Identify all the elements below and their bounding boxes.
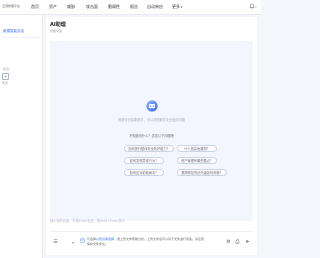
chat-area: 我是安全智能助手，可以帮您解答安全相关问题 不知道问什么？试试以下问题吧 如何提… bbox=[50, 41, 253, 221]
add-icon[interactable]: + bbox=[2, 73, 9, 80]
input-toolbar: ☰ ▾ 可选择从知识库选择，或上传文件帮助分析，上传文件后可以基于文件进行问答。… bbox=[50, 235, 253, 251]
main-panel: AI助理 智能问答 我是安全智能助手，可以帮您解答安全相关问题 不知道问什么？试… bbox=[46, 17, 257, 255]
question-input[interactable]: 输入你的问题，可按Enter发送，按Shift+Enter换行 bbox=[50, 218, 125, 223]
chevron-down-icon[interactable]: ▾ bbox=[72, 240, 74, 245]
suggestion-chip[interactable]: 如何发现异常行为？ bbox=[124, 157, 164, 164]
send-icon[interactable]: ➤ bbox=[244, 239, 251, 246]
suggestion-chip[interactable]: 资产管理有哪些要点？ bbox=[177, 157, 217, 164]
nav-item-vulnerabilities[interactable]: 脆弱性 bbox=[108, 4, 120, 10]
nav-item-attack-surface[interactable]: 攻击面 bbox=[86, 4, 98, 10]
knowledge-base-link[interactable]: 从知识库选择 bbox=[96, 237, 114, 241]
page-title: AI助理 bbox=[50, 22, 66, 28]
chevron-down-icon: ▾ bbox=[181, 5, 183, 9]
nav-item-home[interactable]: 首页 bbox=[31, 4, 39, 10]
nav-item-threats[interactable]: 威胁 bbox=[67, 4, 75, 10]
document-note-icon bbox=[80, 238, 85, 243]
suggestion-hint: 不知道问什么？试试以下问题吧 bbox=[129, 134, 174, 138]
document-icon[interactable]: ☰ bbox=[52, 239, 59, 246]
suggestion-chip[interactable]: 如何提升整体安全防护能力？ bbox=[124, 145, 174, 152]
settings-icon[interactable]: ⚙ bbox=[225, 239, 232, 246]
greeting-text: 我是安全智能助手，可以帮您解答安全相关问题 bbox=[118, 118, 185, 122]
nav-item-auto-response[interactable]: 自动响应 bbox=[147, 4, 163, 10]
nav-item-more[interactable]: 更多▾ bbox=[172, 4, 183, 10]
top-navigation-bar: 云顶智能平台 首页 资产 威胁 攻击面 脆弱性 报告 自动响应 更多▾ • bbox=[0, 0, 261, 15]
new-chat-link[interactable]: 新建智能会话 bbox=[3, 29, 24, 34]
sidebar-divider bbox=[3, 37, 39, 38]
sidebar-section-label: 最近 bbox=[3, 67, 10, 71]
page-subtitle: 智能问答 bbox=[50, 29, 63, 33]
sidebar: 新建智能会话 最近 + 暂无 bbox=[0, 15, 43, 258]
nav-item-assets[interactable]: 资产 bbox=[49, 4, 57, 10]
logo-text[interactable]: 云顶智能平台 bbox=[2, 4, 20, 8]
attach-icon[interactable]: ⎙ bbox=[234, 239, 241, 246]
input-divider bbox=[50, 231, 253, 232]
sidebar-empty-label: 暂无 bbox=[2, 81, 9, 85]
user-menu-icon[interactable]: • bbox=[255, 5, 257, 9]
suggestion-chip[interactable]: 如何应对勒索病毒？ bbox=[124, 169, 164, 176]
upload-note: 可选择从知识库选择，或上传文件帮助分析，上传文件后可以基于文件进行问答。请注意保… bbox=[87, 237, 205, 246]
suggestion-chip[interactable]: 什么是高危漏洞？ bbox=[177, 145, 217, 152]
assistant-avatar-icon bbox=[146, 100, 158, 112]
nav-more-label: 更多 bbox=[172, 4, 180, 9]
nav-item-reports[interactable]: 报告 bbox=[130, 4, 138, 10]
note-prefix: 可选择 bbox=[87, 237, 97, 241]
suggestion-chip[interactable]: 漏洞修复的优先级如何判断？ bbox=[177, 169, 227, 176]
